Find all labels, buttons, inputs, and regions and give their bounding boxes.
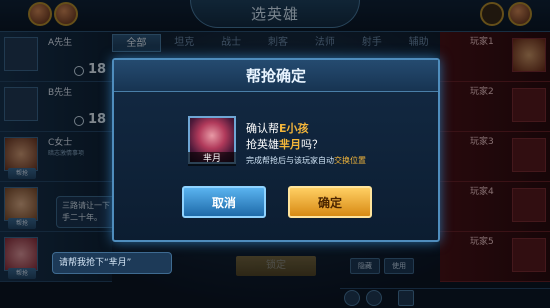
note-accent: 交换位置 bbox=[334, 156, 366, 165]
confirm-button[interactable]: 确定 bbox=[288, 186, 372, 218]
target-player: E小孩 bbox=[279, 122, 309, 135]
chat-message: 请帮我抢下“芈月” bbox=[52, 252, 172, 274]
line1-prefix: 确认帮 bbox=[246, 122, 279, 135]
line2-prefix: 抢英雄 bbox=[246, 138, 279, 151]
help-pick-dialog: 帮抢确定 芈月 确认帮E小孩 抢英雄芈月吗？ 完成帮抢后与该玩家自动交换位置 取… bbox=[112, 58, 440, 242]
swap-note: 完成帮抢后与该玩家自动交换位置 bbox=[246, 155, 366, 166]
cancel-button[interactable]: 取消 bbox=[182, 186, 266, 218]
hero-portrait-label: 芈月 bbox=[188, 152, 236, 166]
confirm-line-2: 抢英雄芈月吗？ bbox=[246, 136, 323, 152]
line2-suffix: 吗？ bbox=[301, 138, 323, 151]
target-hero: 芈月 bbox=[279, 138, 301, 151]
confirm-line-1: 确认帮E小孩 bbox=[246, 120, 309, 136]
note-prefix: 完成帮抢后与该玩家自动 bbox=[246, 156, 334, 165]
dialog-title: 帮抢确定 bbox=[114, 60, 438, 92]
